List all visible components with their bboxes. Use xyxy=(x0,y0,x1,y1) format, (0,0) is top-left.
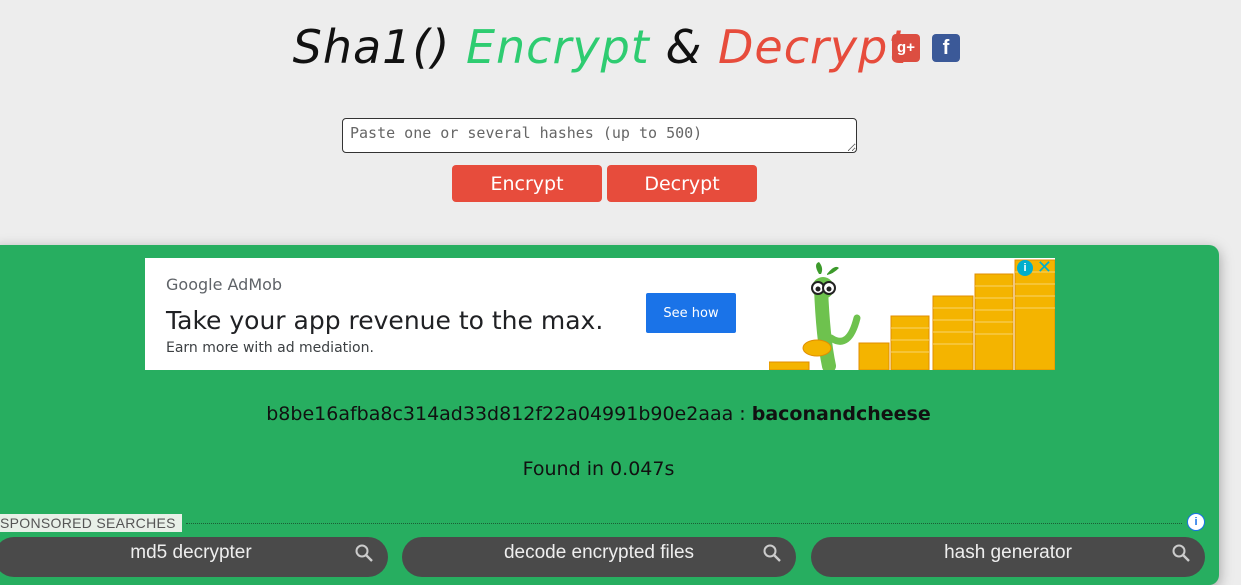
encrypt-button[interactable]: Encrypt xyxy=(452,165,602,202)
facebook-icon[interactable]: f xyxy=(932,34,960,62)
google-plus-icon[interactable]: g+ xyxy=(892,34,920,62)
result-plaintext: baconandcheese xyxy=(751,403,931,425)
search-icon xyxy=(1172,544,1190,562)
ad-brand-google: Google xyxy=(166,275,223,294)
sponsored-search-label: decode encrypted files xyxy=(503,542,695,563)
search-icon xyxy=(355,544,373,562)
sponsored-search-item[interactable]: decode encrypted files xyxy=(402,537,796,577)
ad-subline: Earn more with ad mediation. xyxy=(166,340,374,356)
ad-banner[interactable]: Google AdMob Take your app revenue to th… xyxy=(145,258,1055,370)
sponsored-search-label: hash generator xyxy=(944,542,1072,563)
result-separator: : xyxy=(733,403,752,425)
title-sha1: Sha1() xyxy=(292,20,451,74)
title-encrypt: Encrypt xyxy=(465,20,650,74)
sponsored-divider xyxy=(186,523,1182,524)
search-icon xyxy=(763,544,781,562)
sponsored-label: SPONSORED SEARCHES xyxy=(0,514,182,532)
decrypt-result: b8be16afba8c314ad33d812f22a04991b90e2aaa… xyxy=(0,403,1197,425)
result-hash: b8be16afba8c314ad33d812f22a04991b90e2aaa xyxy=(266,403,734,425)
ad-info-icon[interactable]: i xyxy=(1017,260,1033,276)
sponsored-info-icon[interactable]: i xyxy=(1187,513,1205,531)
title-decrypt: Decrypt xyxy=(717,20,908,74)
decrypt-button[interactable]: Decrypt xyxy=(607,165,757,202)
ad-brand-product: AdMob xyxy=(227,275,283,294)
title-ampersand: & xyxy=(665,20,703,74)
ad-headline: Take your app revenue to the max. xyxy=(166,306,604,335)
ad-illustration xyxy=(769,259,1055,370)
sponsored-search-item[interactable]: md5 decrypter xyxy=(0,537,388,577)
found-time: Found in 0.047s xyxy=(522,458,675,480)
hash-input[interactable] xyxy=(342,118,857,153)
ad-see-how-button[interactable]: See how xyxy=(646,293,736,333)
ad-close-icon[interactable]: ✕ xyxy=(1037,258,1052,276)
site-title: Sha1() Encrypt & Decrypt xyxy=(0,14,1200,80)
ad-brand: Google AdMob xyxy=(166,275,282,294)
sponsored-search-item[interactable]: hash generator xyxy=(811,537,1205,577)
sponsored-search-label: md5 decrypter xyxy=(130,542,252,563)
